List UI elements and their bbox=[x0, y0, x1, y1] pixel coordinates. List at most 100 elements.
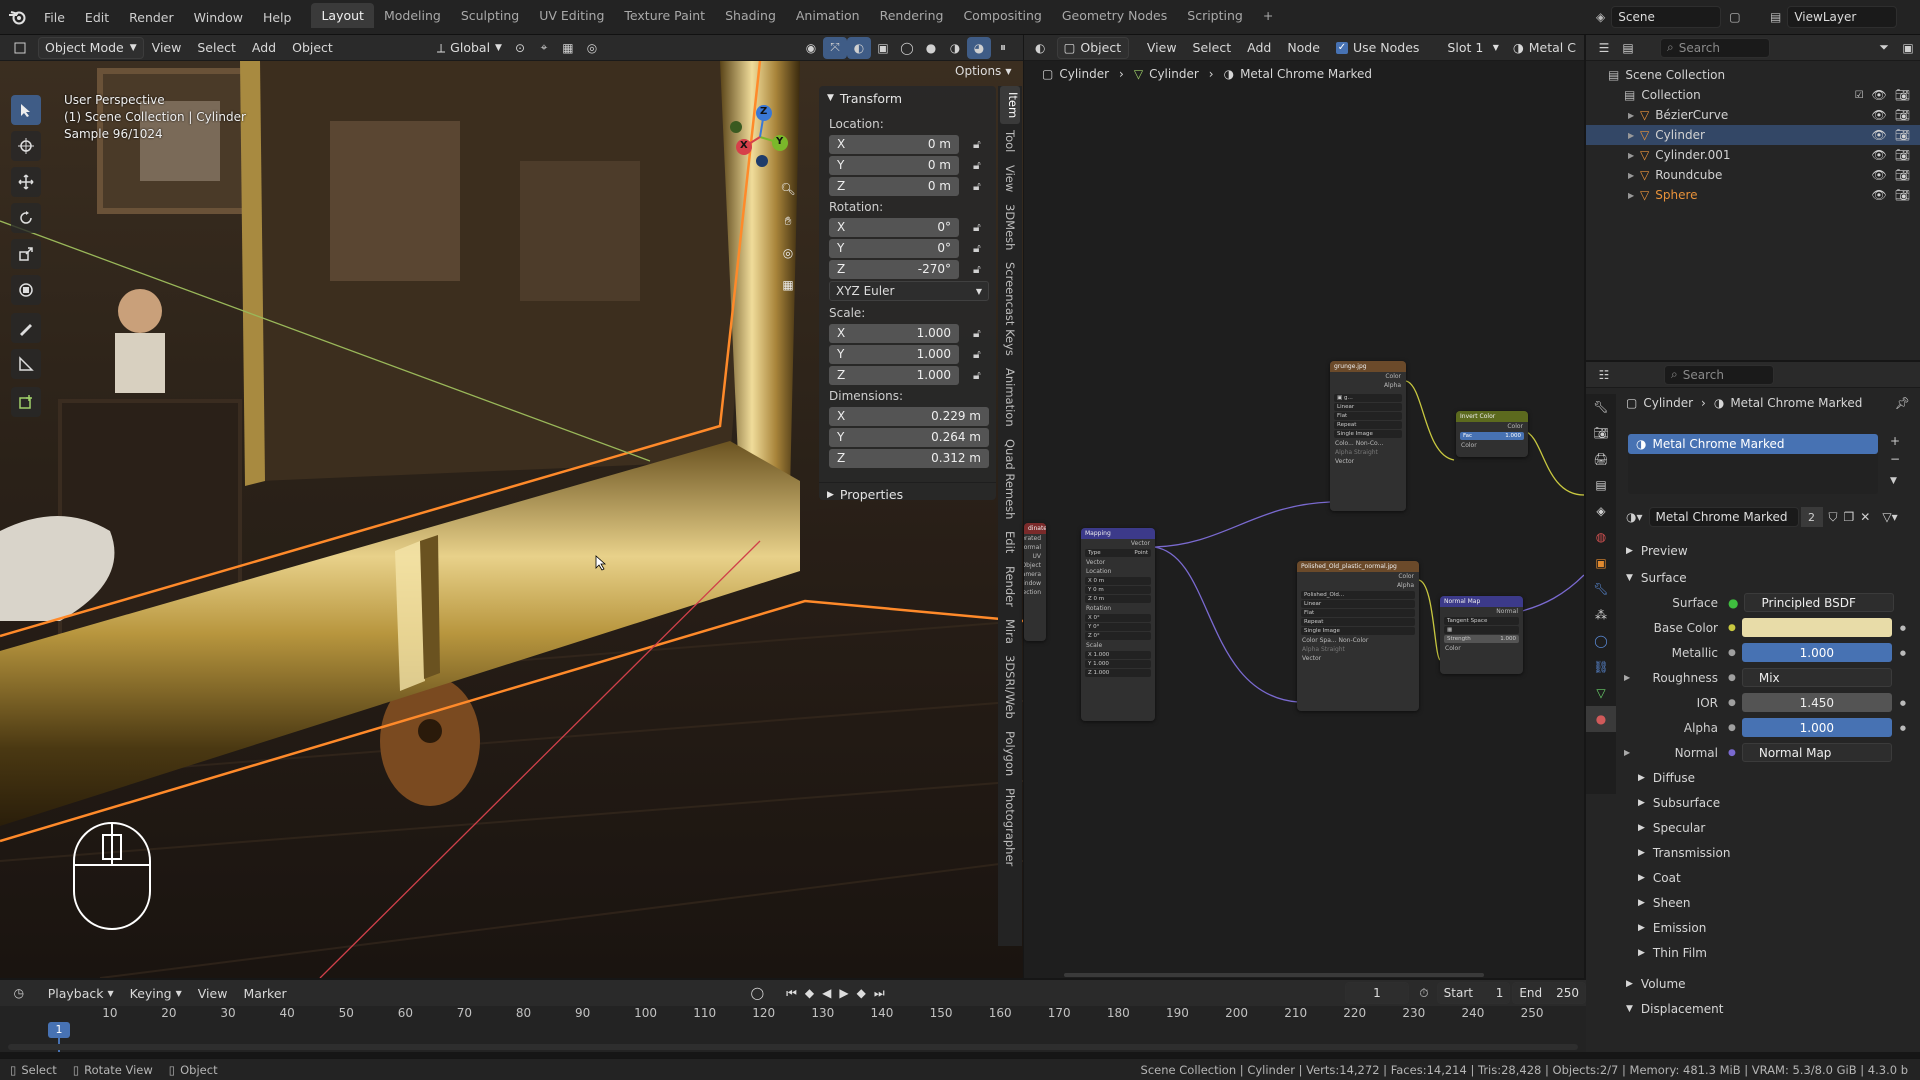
dimensions-y-field[interactable]: Y 0.264 m bbox=[829, 427, 989, 447]
node-field[interactable]: Z 1.000 bbox=[1085, 669, 1151, 677]
node-field[interactable]: Linear bbox=[1301, 600, 1415, 608]
sidebar-tab-photographer[interactable]: Photographer bbox=[1003, 782, 1017, 872]
surface-shader-field[interactable]: Principled BSDF bbox=[1744, 593, 1895, 612]
node-field[interactable]: Y 1.000 bbox=[1085, 660, 1151, 668]
mode-dropdown[interactable]: Object Mode ▼ bbox=[38, 36, 144, 59]
eye-icon[interactable]: 👁︎ bbox=[1872, 188, 1887, 202]
socket-icon[interactable]: ● bbox=[1728, 698, 1736, 708]
outliner-search[interactable]: ⌕ Search bbox=[1660, 37, 1770, 58]
output-tab-icon[interactable]: 🖨︎ bbox=[1586, 446, 1616, 472]
outliner-item[interactable]: ▤ Collection ☑ 👁︎ 📷︎ bbox=[1586, 85, 1920, 105]
editor-type-icon[interactable] bbox=[8, 37, 32, 59]
pause-render-icon[interactable]: ⏸ bbox=[991, 37, 1015, 59]
play-icon[interactable]: ▶ bbox=[839, 986, 848, 1000]
node-field[interactable]: Flat bbox=[1334, 412, 1402, 420]
node-grunge-image[interactable]: grunge.jpg Color Alpha ▣ g… Linear Flat … bbox=[1330, 361, 1406, 511]
xray-icon[interactable]: ▣ bbox=[871, 37, 895, 59]
image-selector[interactable]: Polished_Old... bbox=[1301, 591, 1415, 599]
node-invert-color[interactable]: Invert Color Color Fac 1.000 Color bbox=[1456, 411, 1528, 457]
node-field[interactable]: Z 0 m bbox=[1085, 595, 1151, 603]
wireframe-shading-icon[interactable]: ◯ bbox=[895, 37, 919, 59]
displacement-section-header[interactable]: ▼ Displacement bbox=[1616, 996, 1920, 1021]
properties-editor-icon[interactable]: ☷ bbox=[1592, 364, 1616, 386]
bsdf-subsection-header[interactable]: ▶ Diffuse bbox=[1616, 765, 1920, 790]
display-mode-icon[interactable]: ▤ bbox=[1616, 37, 1640, 59]
move-tool-icon[interactable] bbox=[11, 167, 41, 197]
lock-icon[interactable]: 🔓︎ bbox=[973, 368, 981, 383]
node-field[interactable]: Repeat bbox=[1334, 421, 1402, 429]
node-normal-map[interactable]: Normal Map Normal Tangent Space ▦ Streng… bbox=[1440, 596, 1523, 674]
material-slot-active[interactable]: ◑ Metal Chrome Marked bbox=[1628, 434, 1878, 454]
rotate-tool-icon[interactable] bbox=[11, 203, 41, 233]
camera-render-icon[interactable]: 📷︎ bbox=[1895, 88, 1910, 102]
slot-menu-chevron-icon[interactable]: ▼ bbox=[1890, 476, 1900, 494]
jump-start-icon[interactable]: ⏮ bbox=[786, 986, 797, 1001]
node-polished-image[interactable]: Polished_Old_plastic_normal.jpg Color Al… bbox=[1297, 561, 1419, 711]
outliner-item[interactable]: ▤ Scene Collection bbox=[1586, 65, 1920, 85]
tool-tab-icon[interactable]: 🔧︎ bbox=[1586, 394, 1616, 420]
remove-slot-icon[interactable]: − bbox=[1890, 452, 1900, 470]
lock-icon[interactable]: 🔓︎ bbox=[973, 137, 981, 152]
pivot-icon[interactable]: ⊙ bbox=[508, 37, 532, 59]
overlay-toggle-icon[interactable]: ◐ bbox=[847, 36, 871, 59]
solid-shading-icon[interactable]: ● bbox=[919, 37, 943, 59]
measure-tool-icon[interactable] bbox=[11, 349, 41, 379]
node-mapping[interactable]: Mapping Vector Type Point Vector Location… bbox=[1081, 528, 1155, 721]
tab-shading[interactable]: Shading bbox=[715, 3, 786, 28]
location-y-field[interactable]: Y 0 m bbox=[829, 155, 959, 175]
rotation-y-field[interactable]: Y 0° bbox=[829, 238, 959, 258]
jump-keyframe-forward-icon[interactable]: ◆ bbox=[857, 986, 866, 1000]
chevron-right-icon[interactable]: ▶ bbox=[1628, 191, 1640, 200]
bsdf-input-field[interactable]: 1.000 bbox=[1741, 718, 1892, 737]
physics-tab-icon[interactable]: ◯ bbox=[1586, 628, 1616, 654]
keyframe-dot-icon[interactable]: ● bbox=[1900, 724, 1906, 732]
cursor-tool-icon[interactable] bbox=[11, 131, 41, 161]
chevron-right-icon[interactable]: ▶ bbox=[1628, 151, 1640, 160]
lock-icon[interactable]: 🔓︎ bbox=[973, 220, 981, 235]
sidebar-tab-quad-remesh[interactable]: Quad Remesh bbox=[1003, 433, 1017, 525]
snap-icon[interactable]: ⌖ bbox=[532, 37, 556, 59]
properties-section-header[interactable]: ▶ Properties bbox=[819, 482, 996, 506]
unlink-x-icon[interactable]: ✕ bbox=[1860, 510, 1870, 524]
material-shading-icon[interactable]: ◑ bbox=[943, 37, 967, 59]
particles-tab-icon[interactable]: ⁂ bbox=[1586, 602, 1616, 628]
properties-search[interactable]: ⌕ Search bbox=[1664, 364, 1774, 385]
rendered-shading-icon[interactable]: ◕ bbox=[967, 36, 991, 59]
timeline-menu-keying[interactable]: Keying ▼ bbox=[122, 982, 190, 1004]
base-color-swatch[interactable] bbox=[1741, 618, 1892, 637]
scale-tool-icon[interactable] bbox=[11, 239, 41, 269]
modifier-tab-icon[interactable]: 🔧︎ bbox=[1586, 576, 1616, 602]
eye-icon[interactable]: 👁︎ bbox=[1872, 108, 1887, 122]
mapping-type-field[interactable]: Type Point bbox=[1085, 549, 1151, 557]
tab-geometry-nodes[interactable]: Geometry Nodes bbox=[1052, 3, 1177, 28]
material-browse-icon[interactable]: ◑▾ bbox=[1626, 510, 1643, 524]
viewlayer-field[interactable]: ViewLayer bbox=[1787, 6, 1898, 28]
camera-view-icon[interactable]: ◎ bbox=[776, 241, 800, 265]
visibility-icon[interactable]: ◉ bbox=[799, 37, 823, 59]
viewport-menu-object[interactable]: Object bbox=[284, 37, 341, 59]
checkbox-checked-icon[interactable]: ☑ bbox=[1855, 90, 1864, 101]
fac-field[interactable]: Fac 1.000 bbox=[1460, 432, 1524, 440]
add-workspace-button[interactable]: + bbox=[1253, 3, 1283, 28]
menu-file[interactable]: File bbox=[34, 0, 75, 35]
new-collection-icon[interactable]: ▣ bbox=[1896, 37, 1920, 59]
outliner-item[interactable]: ▶ ▽ Cylinder 👁︎ 📷︎ bbox=[1586, 125, 1920, 145]
rotation-x-field[interactable]: X 0° bbox=[829, 217, 959, 237]
timeline-scrollbar[interactable] bbox=[8, 1044, 1578, 1050]
node-field[interactable]: Linear bbox=[1334, 403, 1402, 411]
volume-section-header[interactable]: ▶ Volume bbox=[1616, 971, 1920, 996]
node-field[interactable]: Flat bbox=[1301, 609, 1415, 617]
surface-section-header[interactable]: ▼ Surface bbox=[1616, 565, 1920, 590]
eye-icon[interactable]: 👁︎ bbox=[1872, 148, 1887, 162]
menu-render[interactable]: Render bbox=[119, 0, 184, 35]
bsdf-input-field[interactable]: 1.000 bbox=[1741, 643, 1892, 662]
sidebar-tab-view[interactable]: View bbox=[1003, 159, 1017, 198]
current-frame-field[interactable]: 1 bbox=[1344, 982, 1410, 1004]
add-cube-tool-icon[interactable] bbox=[11, 387, 41, 417]
preview-section-header[interactable]: ▶ Preview bbox=[1616, 538, 1920, 563]
viewlayer-selector[interactable]: ▤ ViewLayer bbox=[1770, 6, 1898, 28]
data-tab-icon[interactable]: ▽ bbox=[1586, 680, 1616, 706]
playhead[interactable]: 1 bbox=[48, 1022, 70, 1038]
node-editor-scrollbar[interactable] bbox=[1064, 973, 1484, 977]
link-mode-icon[interactable]: ▽▾ bbox=[1882, 510, 1897, 524]
